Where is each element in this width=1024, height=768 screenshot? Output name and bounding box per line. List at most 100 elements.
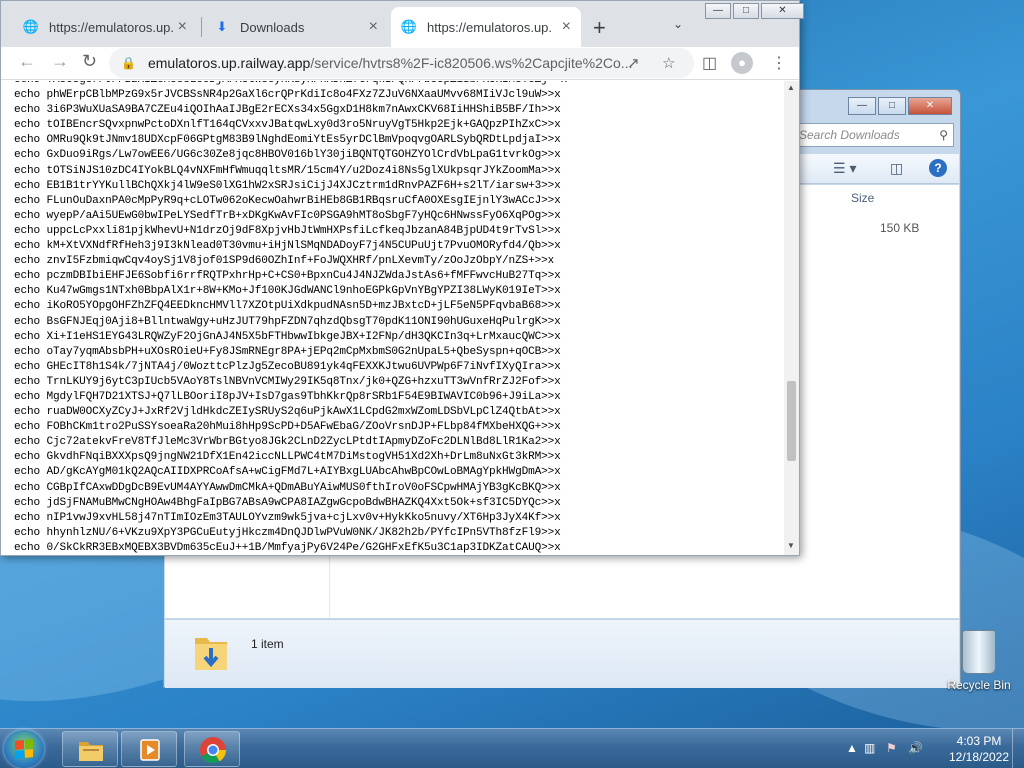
tab-label: https://emulatoros.up.ra bbox=[427, 19, 552, 35]
page-content[interactable]: echo TAUCUgUrPJPPBzXIZeMUe5LeeDjAFXUtWUe… bbox=[1, 81, 784, 555]
profile-avatar-icon[interactable]: ● bbox=[731, 52, 753, 74]
script-line: echo jdSjFNAMuBMwCNgHOAw4BhgFaIpBG7ABsA9… bbox=[14, 496, 561, 509]
script-line: echo iKoRO5YOpgOHFZhZFQ4EEDkncHMVll7XZOt… bbox=[14, 300, 561, 313]
bookmark-star-icon[interactable]: ☆ bbox=[662, 54, 675, 72]
script-text: echo TAUCUgUrPJPPBzXIZeMUe5LeeDjAFXUtWUe… bbox=[14, 81, 567, 555]
maximize-button[interactable]: □ bbox=[878, 97, 906, 115]
script-line: echo nIP1vwJ9xvHL58j47nTImIOzEm3TAULOYvz… bbox=[14, 511, 561, 524]
tab-strip: 🌐 https://emulatoros.up.ra × ⬇ Downloads… bbox=[1, 1, 804, 47]
network-icon[interactable]: ▥ bbox=[864, 741, 875, 755]
view-options-icon[interactable]: ☰ ▾ bbox=[833, 160, 856, 177]
start-button[interactable] bbox=[4, 730, 44, 768]
close-button[interactable]: ✕ bbox=[761, 3, 804, 19]
close-tab-icon[interactable]: × bbox=[178, 18, 187, 36]
share-icon[interactable]: ↗ bbox=[627, 54, 640, 72]
chrome-icon bbox=[200, 737, 227, 764]
globe-icon: 🌐 bbox=[400, 19, 418, 34]
back-icon[interactable]: ← bbox=[18, 51, 36, 72]
folder-icon bbox=[79, 742, 103, 761]
script-line: echo CGBpIfCAxwDDgDcB9EvUM4AYYAwwDmCMkA+… bbox=[14, 481, 561, 494]
item-count: 1 item bbox=[251, 637, 284, 651]
show-hidden-icons-icon[interactable]: ▲ bbox=[846, 741, 858, 755]
script-line: echo GkvdhFNqiBXXXpsQ9jngNW21DfX1En42icc… bbox=[14, 451, 561, 464]
tab-label: Downloads bbox=[240, 19, 305, 35]
tab-label: https://emulatoros.up.ra bbox=[49, 19, 174, 35]
maximize-button[interactable]: □ bbox=[733, 3, 759, 19]
media-player-icon bbox=[140, 739, 160, 761]
taskbar: ▲ ▥ ⚑ 🔊 4:03 PM 12/18/2022 bbox=[0, 728, 1024, 768]
tab-search-icon[interactable]: ⌄ bbox=[673, 17, 683, 31]
file-size: 150 KB bbox=[880, 221, 920, 235]
close-button[interactable]: ✕ bbox=[908, 97, 952, 115]
show-desktop-button[interactable] bbox=[1012, 729, 1024, 768]
action-center-icon[interactable]: ⚑ bbox=[886, 741, 897, 755]
close-tab-icon[interactable]: × bbox=[562, 18, 571, 36]
script-line: echo phWErpCBlbMPzG9x5rJVCBSsNR4p2GaXl6c… bbox=[14, 89, 561, 102]
clock-date: 12/18/2022 bbox=[948, 750, 1010, 764]
taskbar-media-player[interactable] bbox=[121, 731, 177, 767]
script-line: echo BsGFNJEqj0Aji8+BllntwaWgy+uHzJUT79h… bbox=[14, 315, 561, 328]
script-line: echo 3i6P3WuXUaSA9BA7CZEu4iQOIhAaIJBgE2r… bbox=[14, 104, 561, 117]
clock-time: 4:03 PM bbox=[956, 734, 1002, 748]
forward-icon[interactable]: → bbox=[51, 51, 69, 72]
address-bar[interactable]: 🔒 emulatoros.up.railway.app/service/hvtr… bbox=[109, 48, 694, 78]
script-line: echo EB1B1trYYKullBChQXkj4lW9eS0lXG1hW2x… bbox=[14, 179, 561, 192]
system-tray: ▲ ▥ ⚑ 🔊 4:03 PM 12/18/2022 bbox=[834, 729, 1024, 768]
minimize-button[interactable]: — bbox=[705, 3, 731, 19]
minimize-button[interactable]: — bbox=[848, 97, 876, 115]
taskbar-chrome[interactable] bbox=[184, 731, 240, 767]
search-input[interactable]: Search Downloads ⚲ bbox=[792, 123, 954, 147]
taskbar-explorer[interactable] bbox=[62, 731, 118, 767]
downloads-folder-icon bbox=[195, 638, 227, 670]
script-line: echo OMRu9Qk9tJNmv18UDXcpF06GPtgM83B9lNg… bbox=[14, 134, 561, 147]
clock[interactable]: 4:03 PM 12/18/2022 bbox=[939, 733, 1019, 765]
script-line: echo 0/SkCkRR3EBxMQEBX3BVDm635cEuJ++1B/M… bbox=[14, 541, 561, 554]
recycle-bin-icon bbox=[962, 630, 996, 674]
globe-icon: 🌐 bbox=[22, 19, 40, 34]
browser-window[interactable]: 🌐 https://emulatoros.up.ra × ⬇ Downloads… bbox=[0, 0, 804, 556]
recycle-bin-label: Recycle Bin bbox=[947, 678, 1011, 692]
side-panel-icon[interactable]: ◫ bbox=[702, 53, 717, 73]
new-tab-icon[interactable]: + bbox=[593, 15, 606, 41]
search-placeholder: Search Downloads bbox=[799, 128, 900, 142]
search-icon: ⚲ bbox=[939, 128, 948, 142]
tab-3[interactable]: 🌐 https://emulatoros.up.ra × bbox=[391, 7, 581, 47]
script-line: echo znvI5FzbmiqwCqv4oySj1V8jof01SP9d60O… bbox=[14, 255, 555, 268]
recycle-bin[interactable]: Recycle Bin bbox=[944, 630, 1014, 692]
script-line: echo FOBhCKm1tro2PuSSYsoeaRa20hMui8hHp9S… bbox=[14, 421, 561, 434]
volume-icon[interactable]: 🔊 bbox=[908, 741, 923, 755]
script-line: echo uppcLcPxxli81pjkWhevU+N1drzOj9dF8Xp… bbox=[14, 224, 561, 237]
script-line: echo kM+XtVXNdfRfHeh3j9I3kNlead0T30vmu+i… bbox=[14, 240, 561, 253]
script-line: echo AD/gKcAYgM01kQ2AQcAIIDXPRCoAfsA+wCi… bbox=[14, 466, 561, 479]
column-header-size[interactable]: Size bbox=[851, 191, 874, 205]
close-tab-icon[interactable]: × bbox=[369, 18, 378, 36]
script-line: echo TAUCUgUrPJPPBzXIZeMUe5LeeDjAFXUtWUe… bbox=[14, 81, 567, 88]
script-line: echo pczmDBIbiEHFJE6Sobfi6rrfRQTPxhrHp+C… bbox=[14, 270, 561, 283]
scroll-down-icon[interactable]: ▼ bbox=[787, 541, 795, 550]
script-line: echo tOIBEncrSQvxpnwPctoDXnlfT164qCVxxvJ… bbox=[14, 119, 561, 132]
navigation-bar: ← → ↻ 🔒 emulatoros.up.railway.app/servic… bbox=[1, 47, 799, 80]
script-line: echo TrnLKUY9j6ytC3pIUcb5VAoY8TslNBVnVCM… bbox=[14, 375, 561, 388]
vertical-scrollbar[interactable]: ▲ ▼ bbox=[784, 81, 799, 555]
scroll-up-icon[interactable]: ▲ bbox=[787, 83, 795, 92]
window-controls: — □ ✕ bbox=[703, 3, 804, 19]
tab-1[interactable]: 🌐 https://emulatoros.up.ra × bbox=[13, 7, 197, 47]
windows-logo-icon bbox=[15, 739, 33, 759]
lock-icon[interactable]: 🔒 bbox=[121, 56, 136, 70]
script-line: echo hhynhlzNU/6+VKzu9XpY3PGCuEutyjHkczm… bbox=[14, 526, 561, 539]
menu-icon[interactable]: ⋮ bbox=[771, 53, 787, 73]
script-line: echo GxDuo9iRgs/Lw7owEE6/UG6c30Ze8jqc8HB… bbox=[14, 149, 561, 162]
preview-pane-icon[interactable]: ◫ bbox=[890, 160, 903, 177]
script-line: echo GHEcIT8h1S4k/7jNTA4j/0WozttcPlzJg5Z… bbox=[14, 360, 561, 373]
script-line: echo FLunOuDaxnPA0cMpPyR9q+cLOTw062oKecw… bbox=[14, 194, 561, 207]
help-icon[interactable]: ? bbox=[929, 159, 947, 177]
tab-2[interactable]: ⬇ Downloads × bbox=[204, 7, 388, 47]
script-line: echo ruaDW0OCXyZCyJ+JxRf2VjldHkdcZEIySRU… bbox=[14, 406, 561, 419]
script-line: echo oTay7yqmAbsbPH+uXOsROieU+Fy8JSmRNEg… bbox=[14, 345, 561, 358]
scrollbar-thumb[interactable] bbox=[787, 381, 796, 461]
script-line: echo Ku47wGmgs1NTxh0BbpAlX1r+8W+KMo+Jf10… bbox=[14, 285, 561, 298]
reload-icon[interactable]: ↻ bbox=[82, 51, 97, 72]
script-line: echo Xi+I1eHS1EYG43LRQWZyF2OjGnAJ4N5X5bF… bbox=[14, 330, 561, 343]
address-path: /service/hvtrs8%2F-ic820506.ws%2Capcjite… bbox=[310, 55, 633, 71]
script-line: echo MgdylFQH7D21XTSJ+Q7lLBOoriI8pJV+IsD… bbox=[14, 390, 561, 403]
